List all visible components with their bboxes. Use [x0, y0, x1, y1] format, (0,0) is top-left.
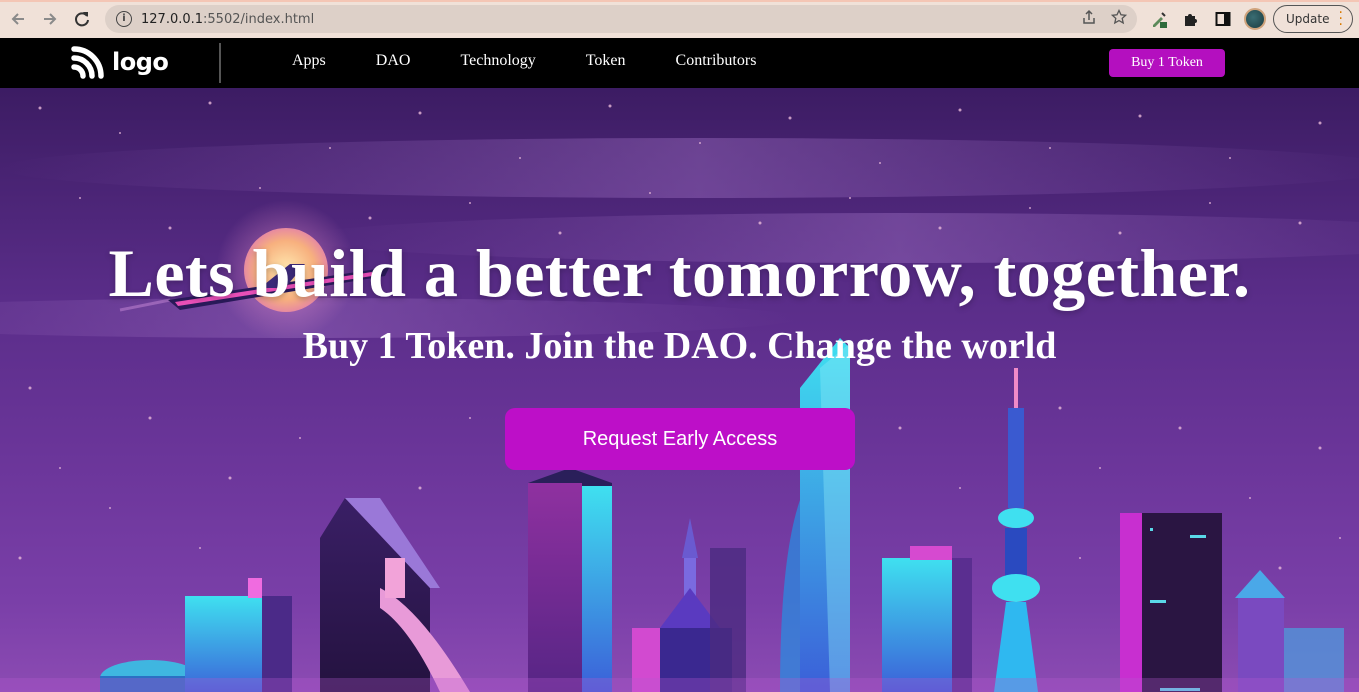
update-label: Update: [1286, 12, 1330, 26]
logo-text: logo: [112, 48, 169, 76]
city-skyline-illustration: [0, 101, 1359, 692]
nav-dao[interactable]: DAO: [376, 52, 411, 70]
hero-title: Lets build a better tomorrow, together.: [108, 235, 1251, 311]
info-icon[interactable]: i: [116, 11, 132, 27]
share-icon[interactable]: [1081, 9, 1097, 29]
request-early-access-button[interactable]: Request Early Access: [505, 408, 855, 470]
puzzle-extensions-icon[interactable]: [1180, 8, 1202, 30]
forward-arrow-icon[interactable]: [34, 3, 66, 35]
logo-rss-icon: [71, 46, 104, 79]
nav-technology[interactable]: Technology: [460, 52, 535, 70]
url-path: :5502/index.html: [203, 11, 315, 27]
side-panel-icon[interactable]: [1212, 8, 1234, 30]
nav-token[interactable]: Token: [586, 52, 626, 70]
profile-avatar[interactable]: [1244, 8, 1266, 30]
tab-strip-edge: [0, 0, 1359, 2]
extensions-area: [1148, 8, 1266, 30]
site-logo[interactable]: logo: [71, 45, 169, 79]
main-nav: Apps DAO Technology Token Contributors: [292, 52, 756, 70]
omnibox-actions: [1081, 8, 1128, 29]
hero-subtitle: Buy 1 Token. Join the DAO. Change the wo…: [302, 325, 1057, 367]
reload-icon[interactable]: [66, 3, 98, 35]
site-header: logo Apps DAO Technology Token Contribut…: [0, 38, 1359, 88]
hero-section: Lets build a better tomorrow, together. …: [0, 88, 1359, 692]
nav-contributors[interactable]: Contributors: [676, 52, 757, 70]
nav-apps[interactable]: Apps: [292, 52, 326, 70]
url-text[interactable]: 127.0.0.1:5502/index.html: [141, 12, 314, 27]
star-icon[interactable]: [1110, 8, 1128, 29]
browser-toolbar: i 127.0.0.1:5502/index.html Update · · ·: [0, 0, 1359, 38]
eyedropper-extension-icon[interactable]: [1148, 8, 1170, 30]
update-button[interactable]: Update · · ·: [1273, 5, 1353, 33]
back-arrow-icon[interactable]: [2, 3, 34, 35]
address-bar[interactable]: i 127.0.0.1:5502/index.html: [105, 5, 1137, 33]
url-host: 127.0.0.1: [141, 11, 204, 27]
buy-token-button[interactable]: Buy 1 Token: [1109, 49, 1225, 77]
header-divider: [219, 43, 221, 83]
more-menu-icon[interactable]: · · ·: [1339, 6, 1343, 32]
